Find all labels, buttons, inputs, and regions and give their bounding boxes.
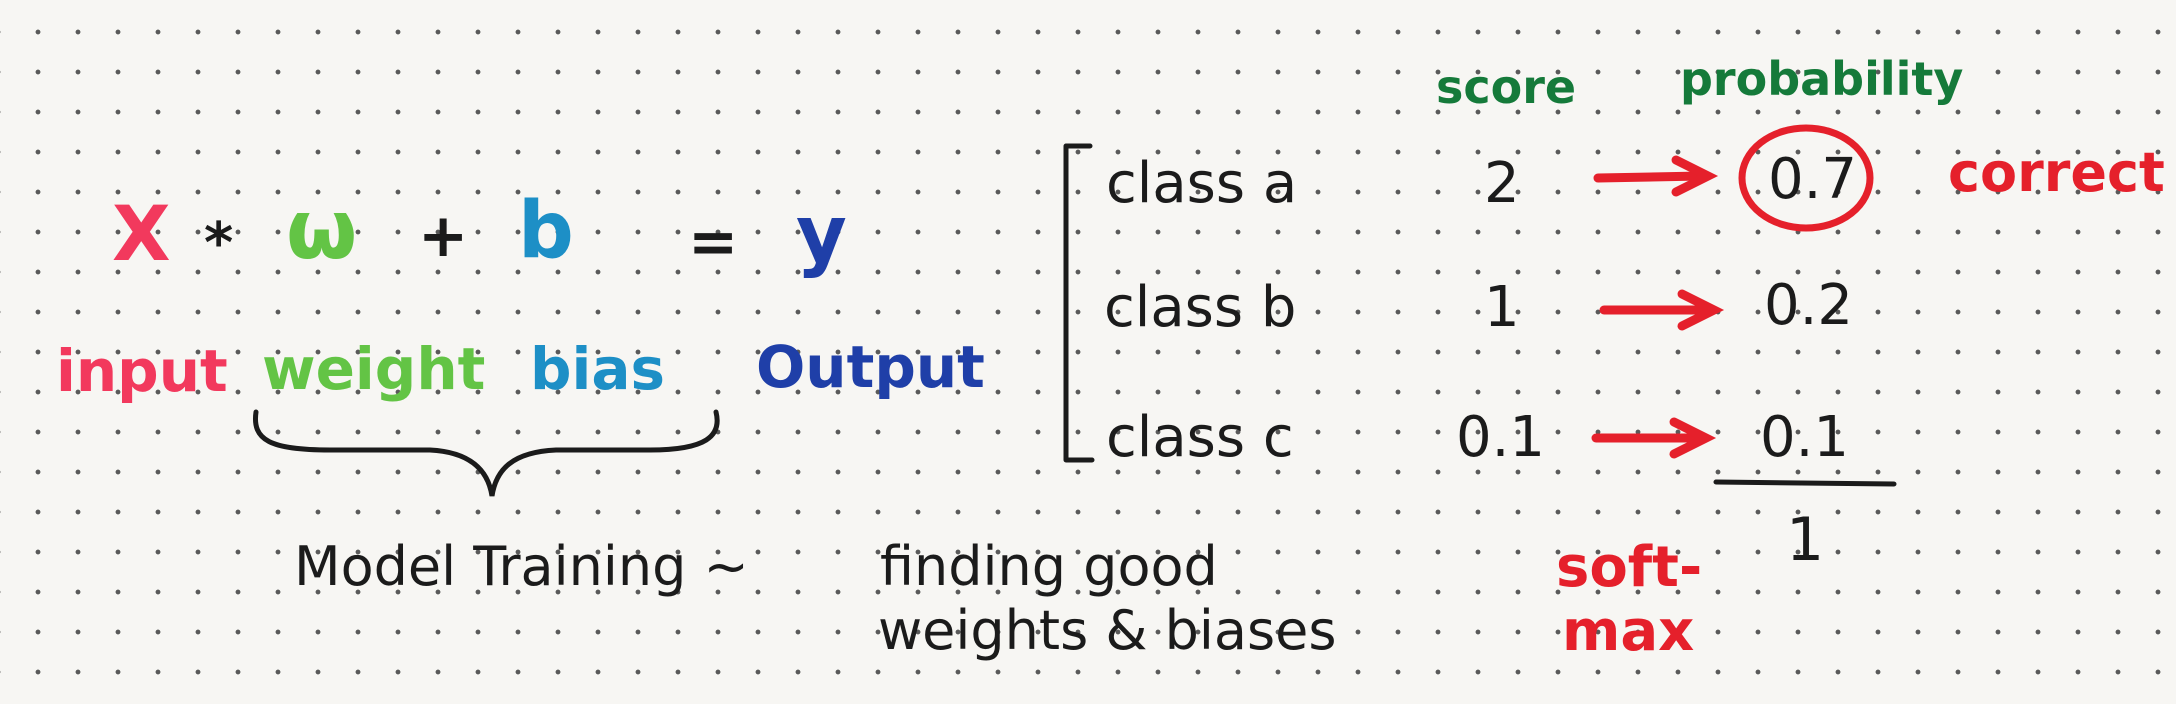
drawing-layer — [252, 124, 1897, 497]
circle-mark-icon — [1738, 124, 1874, 232]
arrow-icon — [1599, 289, 1725, 331]
sum-line-icon — [1713, 479, 1897, 487]
curly-brace-icon — [252, 409, 720, 497]
bracket-icon — [1063, 143, 1095, 463]
arrow-icon — [1593, 155, 1719, 197]
arrow-icon — [1591, 417, 1717, 459]
